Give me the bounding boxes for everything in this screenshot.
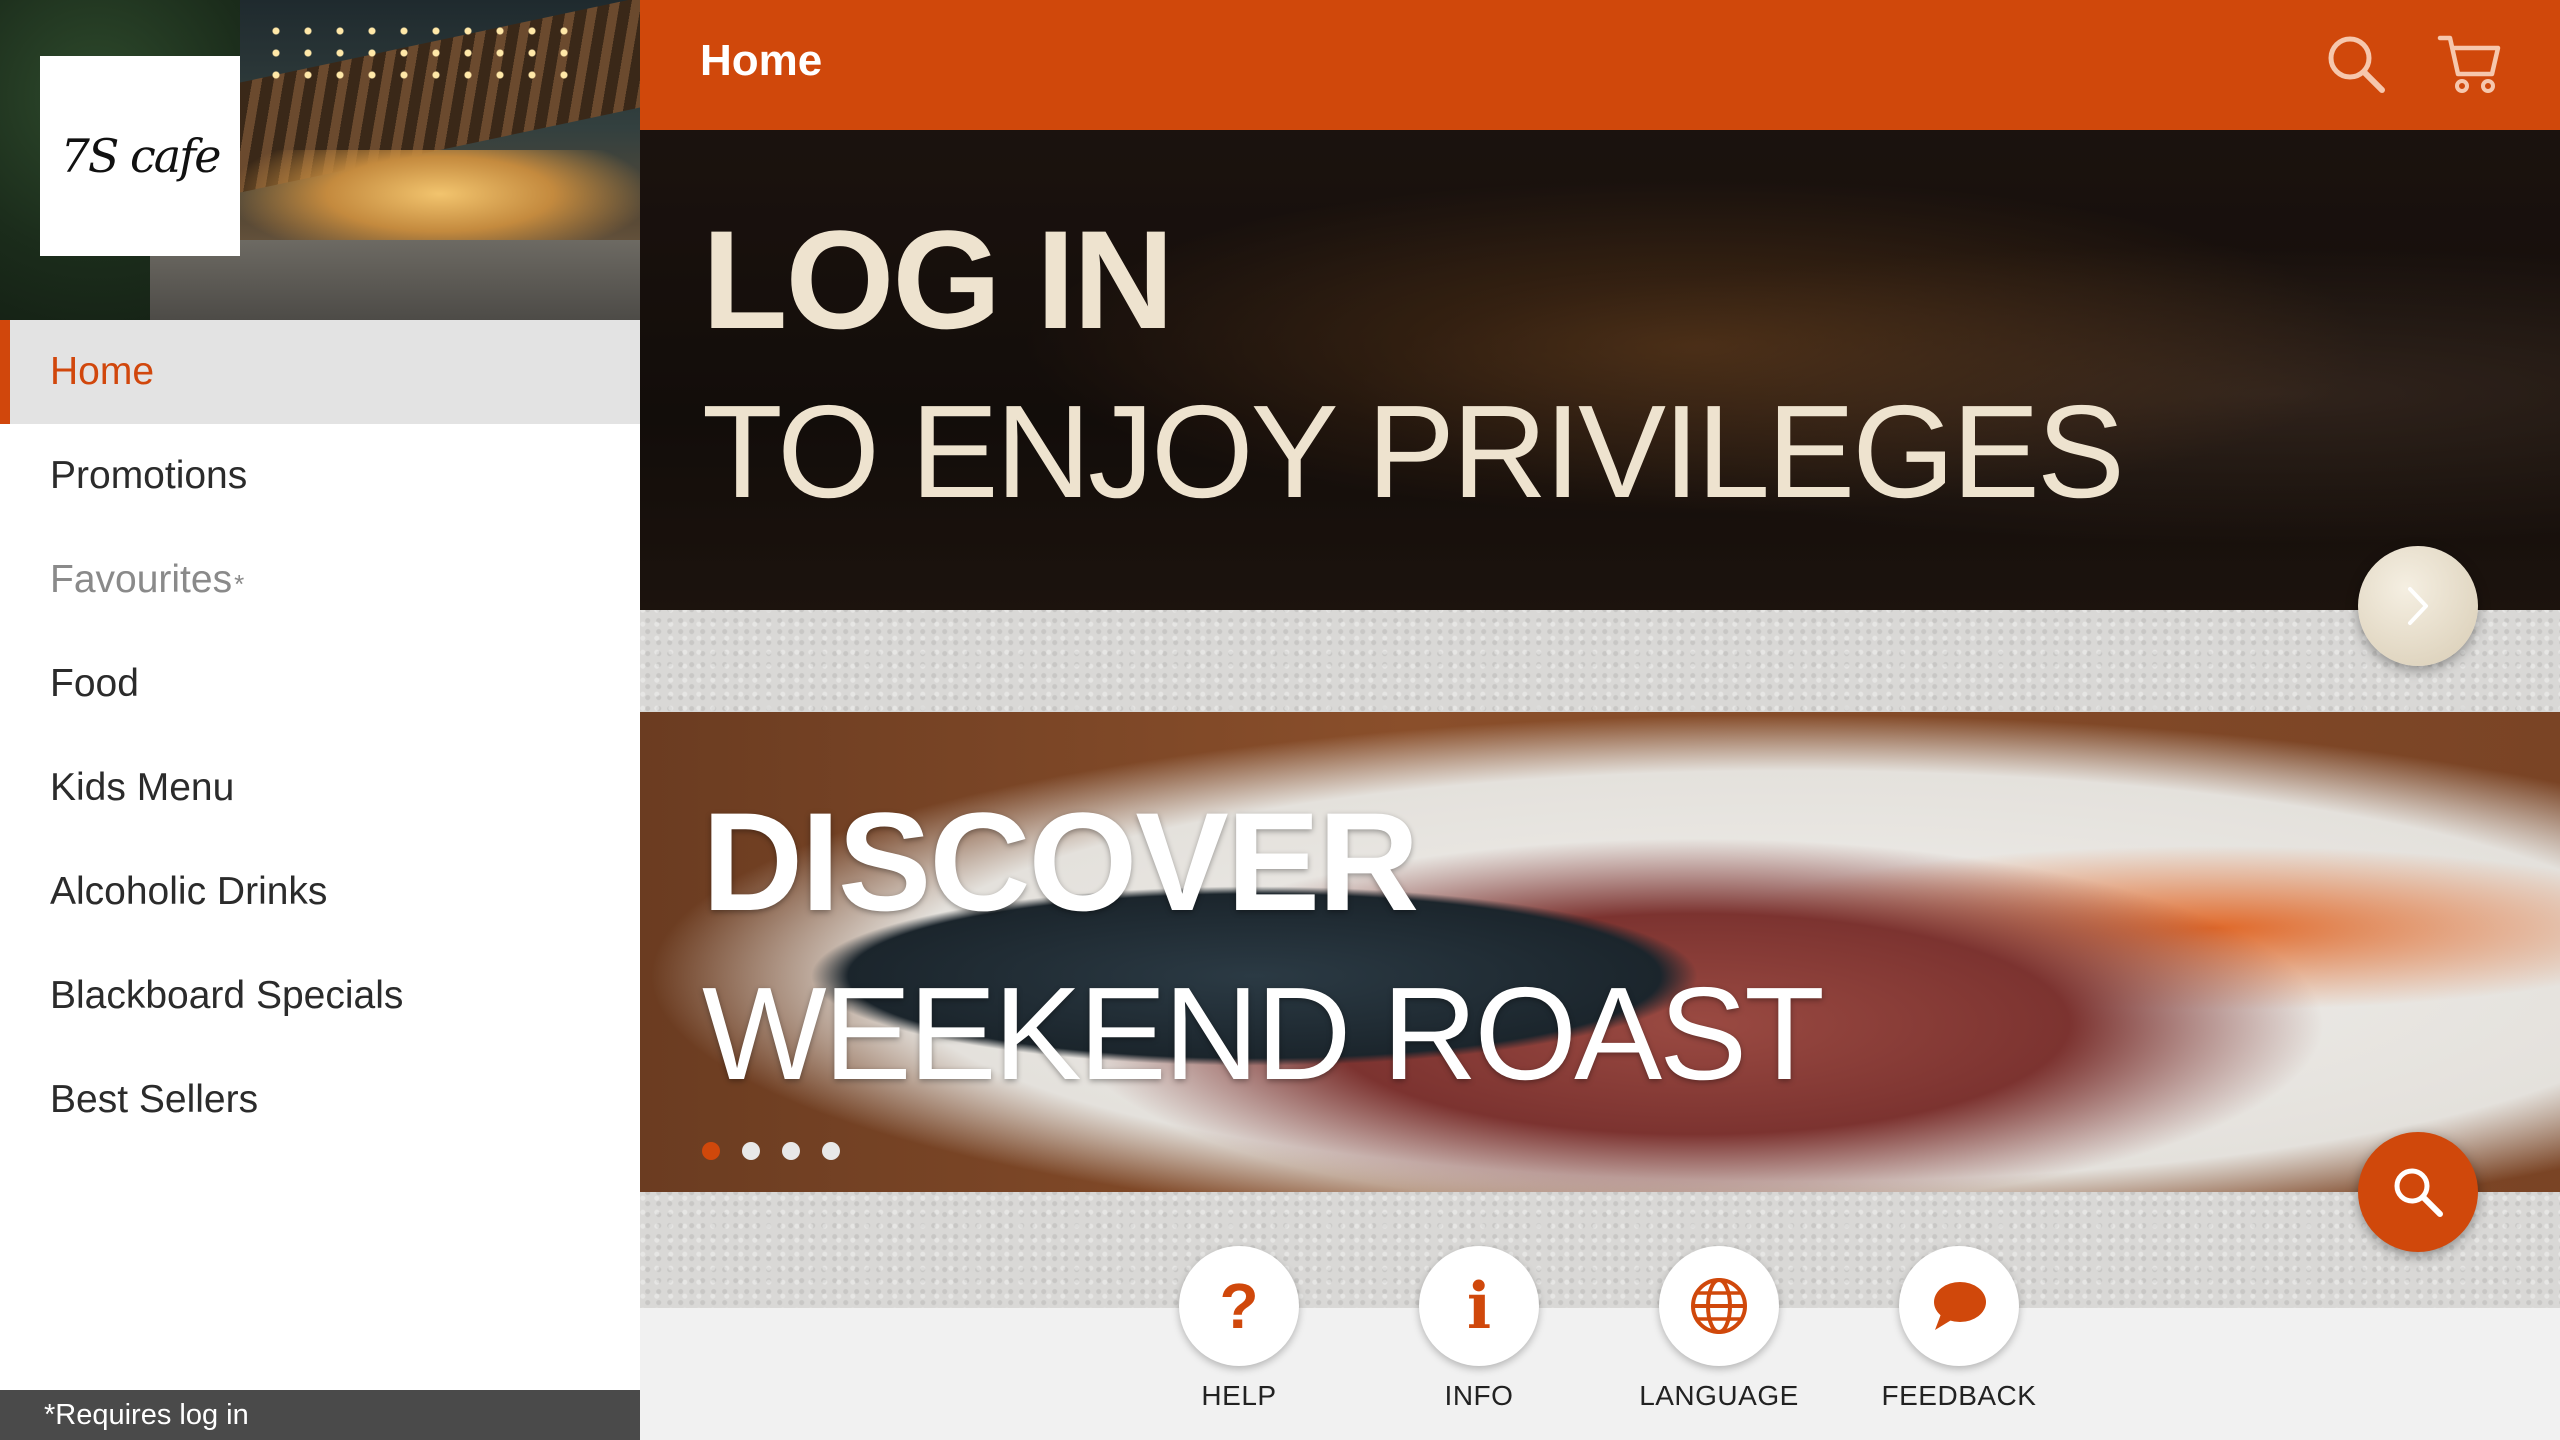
info-label: INFO	[1444, 1380, 1514, 1411]
sidebar-item-best-sellers[interactable]: Best Sellers	[0, 1048, 640, 1152]
requires-login-marker: *	[234, 568, 245, 599]
top-app-bar: Home	[640, 0, 2560, 130]
search-icon	[2394, 1168, 2443, 1217]
cart-icon[interactable]	[2434, 28, 2506, 100]
sidebar-item-home[interactable]: Home	[0, 320, 640, 424]
bottom-action-bar	[640, 1308, 2560, 1440]
sidebar-item-label: Promotions	[50, 454, 248, 497]
carousel-indicator	[702, 1142, 840, 1160]
sidebar-item-promotions[interactable]: Promotions	[0, 424, 640, 528]
brand-logo: 7S cafe	[40, 56, 240, 256]
weekend-roast-banner[interactable]: DISCOVER WEEKEND ROAST	[640, 712, 2560, 1192]
sidebar-item-label: Kids Menu	[50, 766, 235, 809]
help-label: HELP	[1201, 1380, 1277, 1411]
info-icon: i	[1419, 1246, 1539, 1366]
search-icon[interactable]	[2320, 28, 2392, 100]
search-fab-button[interactable]	[2358, 1132, 2478, 1252]
banner-headline: DISCOVER	[702, 783, 1419, 940]
language-button[interactable]: LANGUAGE	[1619, 1246, 1819, 1412]
app-root: 7S cafe Home Promotions Favourites * Food…	[0, 0, 2560, 1440]
carousel-dot[interactable]	[742, 1142, 760, 1160]
sidebar-item-label: Blackboard Specials	[50, 974, 404, 1017]
help-button[interactable]: ? HELP	[1139, 1246, 1339, 1412]
feedback-label: FEEDBACK	[1881, 1380, 2037, 1411]
sidebar-item-alcoholic-drinks[interactable]: Alcoholic Drinks	[0, 840, 640, 944]
sidebar-item-label: Favourites	[50, 558, 233, 601]
sidebar-item-food[interactable]: Food	[0, 632, 640, 736]
restaurant-hero-image: 7S cafe	[0, 0, 640, 320]
help-icon: ?	[1179, 1246, 1299, 1366]
banner-subheadline: WEEKEND ROAST	[702, 960, 1825, 1107]
next-arrow-button[interactable]	[2358, 546, 2478, 666]
sidebar: 7S cafe Home Promotions Favourites * Food…	[0, 0, 640, 1440]
language-label: LANGUAGE	[1639, 1380, 1799, 1411]
brand-logo-text: 7S cafe	[60, 129, 222, 183]
carousel-dot[interactable]	[782, 1142, 800, 1160]
banner-headline: LOG IN	[702, 201, 1174, 358]
weekend-roast-banner-text: DISCOVER WEEKEND ROAST	[702, 783, 1825, 1107]
chevron-right-icon	[2408, 587, 2428, 625]
login-banner[interactable]: LOG IN TO ENJOY PRIVILEGES	[640, 130, 2560, 610]
globe-icon	[1659, 1246, 1779, 1366]
carousel-dot[interactable]	[702, 1142, 720, 1160]
sidebar-item-label: Food	[50, 662, 139, 705]
sidebar-item-label: Home	[50, 350, 155, 393]
page-title: Home	[700, 36, 823, 85]
sidebar-item-label: Alcoholic Drinks	[50, 870, 328, 913]
chat-bubble-icon	[1899, 1246, 2019, 1366]
login-banner-text: LOG IN TO ENJOY PRIVILEGES	[702, 201, 2125, 525]
info-button[interactable]: i INFO	[1379, 1246, 1579, 1412]
feedback-button[interactable]: FEEDBACK	[1859, 1246, 2059, 1412]
sidebar-item-kids-menu[interactable]: Kids Menu	[0, 736, 640, 840]
home-content: LOG IN TO ENJOY PRIVILEGES DISCOVER WEEK…	[640, 130, 2560, 1440]
banner-subheadline: TO ENJOY PRIVILEGES	[702, 378, 2125, 525]
sidebar-item-blackboard-specials[interactable]: Blackboard Specials	[0, 944, 640, 1048]
requires-login-note: *Requires log in	[0, 1390, 640, 1440]
sidebar-nav: Home Promotions Favourites * Food Kids Me…	[0, 320, 640, 1152]
sidebar-item-favourites[interactable]: Favourites *	[0, 528, 640, 632]
carousel-dot[interactable]	[822, 1142, 840, 1160]
sidebar-item-label: Best Sellers	[50, 1078, 259, 1121]
